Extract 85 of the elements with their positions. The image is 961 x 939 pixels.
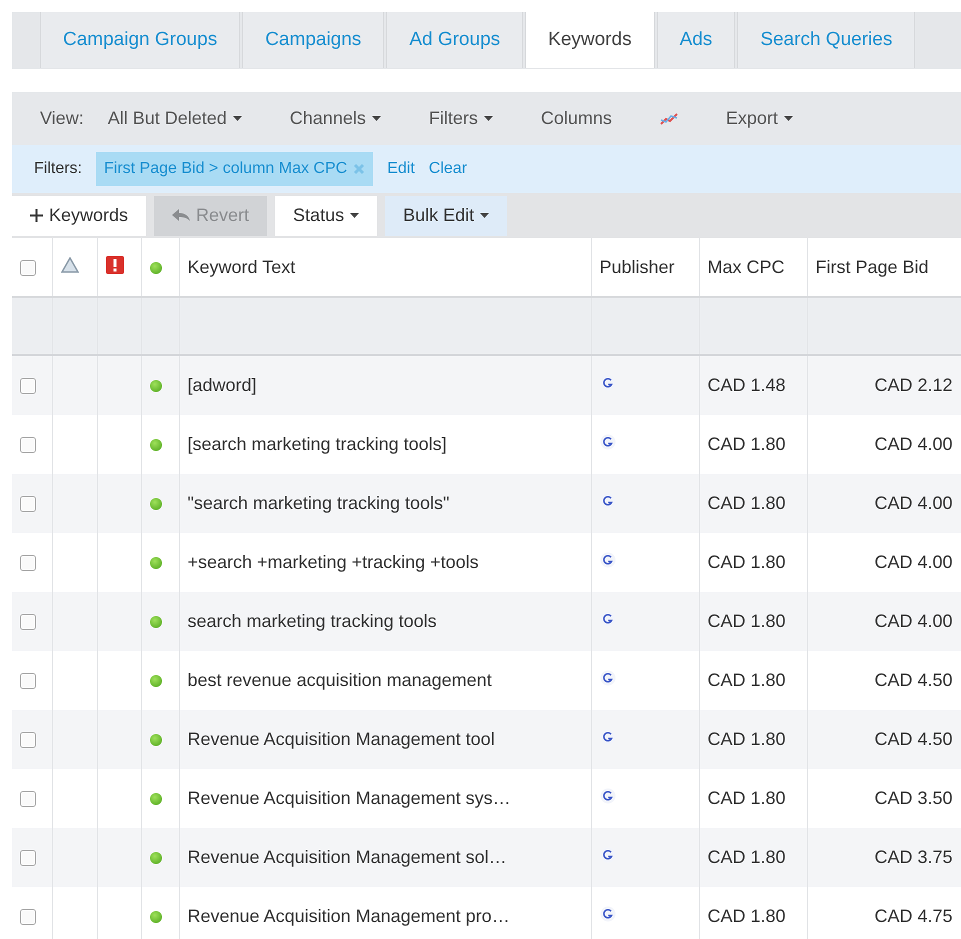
keyword-text: best revenue acquisition management [188,670,492,690]
caret-icon [350,213,360,218]
row-checkbox[interactable] [20,496,36,512]
row-checkbox[interactable] [20,909,36,926]
first-page-bid: CAD 4.50 [874,670,952,690]
row-checkbox[interactable] [20,555,36,572]
keyword-text: Revenue Acquisition Management sys… [188,788,511,808]
row-checkbox[interactable] [20,614,36,630]
max-cpc: CAD 1.80 [708,434,786,454]
toolbar-menu[interactable]: All But Deleted [108,108,266,129]
status-dot-icon [150,675,162,688]
max-cpc: CAD 1.80 [708,493,786,513]
max-cpc: CAD 1.80 [708,670,786,690]
trend-chart-icon [660,112,678,126]
first-page-bid: CAD 4.00 [874,434,952,454]
first-page-bid: CAD 4.50 [874,729,952,749]
toolbar-menu[interactable]: Filters [428,108,517,129]
add-keywords-button[interactable]: Keywords [12,196,146,236]
status-dot-icon [150,557,162,570]
select-all-checkbox[interactable] [20,260,36,276]
max-cpc: CAD 1.80 [708,906,786,926]
column-header[interactable]: Max CPC [708,256,785,276]
status-dot-icon [150,380,162,392]
max-cpc: CAD 1.80 [708,847,786,867]
status-dot-icon [150,262,162,274]
keyword-text: Revenue Acquisition Management sol… [188,847,507,867]
publisher-logo-icon [600,670,616,686]
max-cpc: CAD 1.80 [708,788,786,808]
keyword-text: [adword] [188,375,257,395]
toolbar-menu[interactable]: Export [726,108,817,129]
caret-icon [372,116,381,121]
row-checkbox[interactable] [20,791,36,808]
toolbar-menu[interactable]: Channels [290,108,405,129]
remove-icon[interactable] [353,163,366,175]
plus-icon [30,209,43,222]
row-checkbox[interactable] [20,437,36,454]
first-page-bid: CAD 3.50 [874,788,952,808]
warning-triangle-icon [60,256,78,272]
column-header[interactable]: Publisher [600,256,675,276]
filters-label: Filters: [34,160,82,178]
max-cpc: CAD 1.80 [708,729,786,749]
first-page-bid: CAD 3.75 [874,847,952,867]
publisher-logo-icon [600,906,616,922]
keyword-text: search marketing tracking tools [188,611,437,631]
first-page-bid: CAD 4.00 [874,552,952,572]
max-cpc: CAD 1.80 [708,552,786,572]
dropdown-button[interactable]: Bulk Edit [385,196,508,236]
caret-icon [232,116,242,121]
back-arrow-icon [172,209,190,222]
row-checkbox[interactable] [20,732,36,748]
caret-icon [480,213,490,218]
first-page-bid: CAD 4.00 [874,611,952,631]
row-checkbox[interactable] [20,850,36,866]
caret-icon [784,116,793,121]
max-cpc: CAD 1.48 [708,375,786,395]
column-header[interactable]: Keyword Text [188,256,296,276]
keyword-text: +search +marketing +tracking +tools [188,552,479,572]
keyword-text: "search marketing tracking tools" [188,493,450,513]
caret-icon [484,116,493,121]
row-checkbox[interactable] [20,673,36,690]
first-page-bid: CAD 4.75 [874,906,952,926]
first-page-bid: CAD 2.12 [874,375,952,395]
tab[interactable]: Keywords [525,12,655,68]
status-dot-icon [150,852,162,864]
toolbar-button[interactable]: Columns [540,108,636,129]
publisher-logo-icon [600,788,616,804]
first-page-bid: CAD 4.00 [874,493,952,513]
status-dot-icon [150,439,162,452]
column-header[interactable]: First Page Bid [816,256,929,276]
row-checkbox[interactable] [20,378,36,394]
keyword-text: Revenue Acquisition Management tool [188,729,495,749]
publisher-logo-icon [600,434,616,450]
keyword-text: [search marketing tracking tools] [188,434,447,454]
keyword-text: Revenue Acquisition Management pro… [188,906,510,926]
max-cpc: CAD 1.80 [708,611,786,631]
view-label: View: [40,108,84,129]
filter-chip-text: First Page Bid > column Max CPC [104,160,348,178]
publisher-logo-icon [600,552,616,568]
status-dot-icon [150,616,162,628]
dropdown-button[interactable]: Status [275,196,378,236]
error-icon [106,256,124,274]
status-dot-icon [150,498,162,510]
status-dot-icon [150,911,162,924]
status-dot-icon [150,793,162,806]
status-dot-icon [150,734,162,746]
